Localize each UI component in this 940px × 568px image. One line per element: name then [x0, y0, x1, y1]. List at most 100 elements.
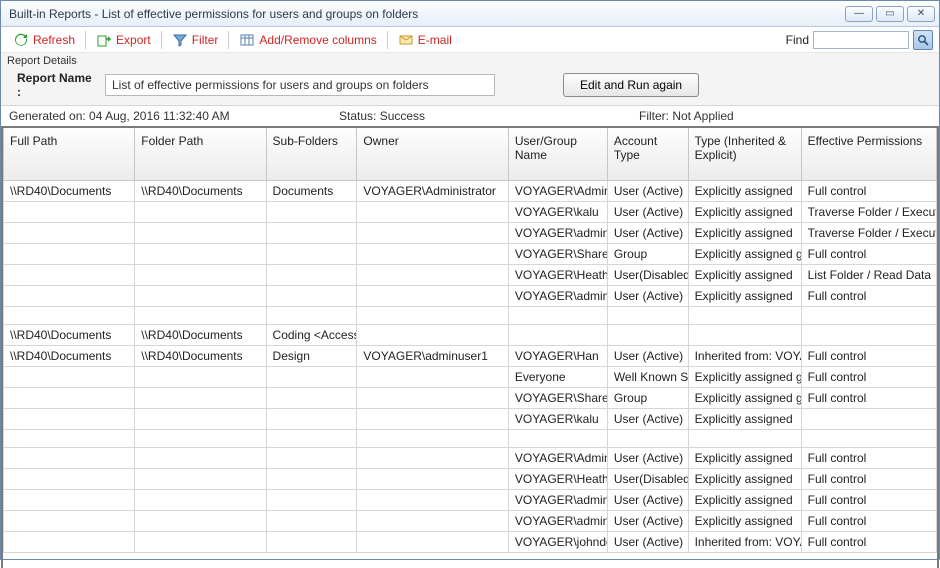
- table-row[interactable]: [4, 430, 937, 448]
- find-input[interactable]: [813, 31, 909, 49]
- report-name-field[interactable]: List of effective permissions for users …: [105, 74, 495, 96]
- table-cell: [357, 388, 508, 409]
- filter-button[interactable]: Filter: [166, 30, 225, 50]
- columns-icon: [239, 32, 255, 48]
- table-row[interactable]: VOYAGER\AdministUser (Active)Explicitly …: [4, 448, 937, 469]
- grid-scroll-area[interactable]: Full PathFolder PathSub-FoldersOwnerUser…: [1, 128, 939, 568]
- report-details-header: Report Details: [7, 55, 933, 67]
- find-label: Find: [786, 33, 809, 47]
- table-row[interactable]: \\RD40\Documents\\RD40\DocumentsDesignVO…: [4, 346, 937, 367]
- table-row[interactable]: VOYAGER\kaluUser (Active)Explicitly assi…: [4, 409, 937, 430]
- table-cell: [4, 532, 135, 553]
- edit-run-button[interactable]: Edit and Run again: [563, 73, 699, 97]
- column-header[interactable]: Folder Path: [135, 128, 266, 181]
- table-row[interactable]: VOYAGER\HeathUser(Disabled)Explicitly as…: [4, 265, 937, 286]
- table-cell: [135, 430, 266, 448]
- table-cell: Explicitly assigned: [688, 511, 801, 532]
- table-cell: [135, 448, 266, 469]
- maximize-button[interactable]: ▭: [876, 6, 904, 22]
- table-cell: Full control: [801, 388, 936, 409]
- email-button[interactable]: E-mail: [392, 30, 458, 50]
- table-cell: Traverse Folder / Execute File: [801, 202, 936, 223]
- table-cell: [135, 367, 266, 388]
- table-cell: [607, 307, 688, 325]
- email-label: E-mail: [418, 33, 452, 47]
- table-cell: [4, 388, 135, 409]
- table-cell: [508, 325, 607, 346]
- minimize-icon: —: [854, 8, 864, 19]
- separator: [387, 31, 388, 49]
- table-cell: User (Active): [607, 532, 688, 553]
- table-cell: [357, 367, 508, 388]
- table-cell: VOYAGER\johndoe: [508, 532, 607, 553]
- table-row[interactable]: EveryoneWell Known SidExplicitly assigne…: [4, 367, 937, 388]
- column-header[interactable]: Type (Inherited & Explicit): [688, 128, 801, 181]
- table-cell: List Folder / Read Data: [801, 265, 936, 286]
- table-cell: VOYAGER\kalu: [508, 409, 607, 430]
- table-cell: User (Active): [607, 346, 688, 367]
- column-header[interactable]: User/Group Name: [508, 128, 607, 181]
- column-header[interactable]: Account Type: [607, 128, 688, 181]
- table-row[interactable]: \\RD40\Documents\\RD40\DocumentsDocument…: [4, 181, 937, 202]
- report-details: Report Details Report Name : List of eff…: [1, 53, 939, 106]
- report-name-value: List of effective permissions for users …: [112, 78, 429, 92]
- table-cell: [4, 469, 135, 490]
- table-cell: [135, 244, 266, 265]
- refresh-button[interactable]: Refresh: [7, 30, 81, 50]
- table-cell: VOYAGER\Administ: [508, 181, 607, 202]
- column-header[interactable]: Owner: [357, 128, 508, 181]
- table-row[interactable]: [4, 307, 937, 325]
- table-row[interactable]: VOYAGER\adminusUser (Active)Explicitly a…: [4, 223, 937, 244]
- table-cell: [4, 367, 135, 388]
- table-row[interactable]: VOYAGER\adminusUser (Active)Explicitly a…: [4, 511, 937, 532]
- table-row[interactable]: VOYAGER\adminusUser (Active)Explicitly a…: [4, 490, 937, 511]
- table-row[interactable]: VOYAGER\HeathUser(Disabled)Explicitly as…: [4, 469, 937, 490]
- table-row[interactable]: VOYAGER\SharePoGroupExplicitly assigned …: [4, 388, 937, 409]
- table-row[interactable]: \\RD40\Documents\\RD40\DocumentsCoding <…: [4, 325, 937, 346]
- table-cell: [607, 325, 688, 346]
- table-row[interactable]: VOYAGER\kaluUser (Active)Explicitly assi…: [4, 202, 937, 223]
- table-cell: Full control: [801, 286, 936, 307]
- table-cell: [801, 325, 936, 346]
- table-cell: [266, 388, 357, 409]
- table-cell: Explicitly assigned: [688, 181, 801, 202]
- table-cell: [508, 430, 607, 448]
- table-cell: [135, 511, 266, 532]
- table-cell: [357, 202, 508, 223]
- toolbar: Refresh Export Filter Add/Remove columns…: [1, 27, 939, 53]
- column-header[interactable]: Full Path: [4, 128, 135, 181]
- table-cell: [508, 307, 607, 325]
- column-header[interactable]: Effective Permissions: [801, 128, 936, 181]
- close-button[interactable]: ✕: [907, 6, 935, 22]
- table-cell: Everyone: [508, 367, 607, 388]
- find-go-button[interactable]: [913, 30, 933, 50]
- table-cell: Documents: [266, 181, 357, 202]
- table-cell: \\RD40\Documents: [4, 346, 135, 367]
- table-cell: [4, 511, 135, 532]
- export-icon: [96, 32, 112, 48]
- table-cell: Design: [266, 346, 357, 367]
- table-cell: [801, 409, 936, 430]
- table-cell: Explicitly assigned group: [688, 244, 801, 265]
- table-row[interactable]: VOYAGER\adminusUser (Active)Explicitly a…: [4, 286, 937, 307]
- table-cell: [357, 511, 508, 532]
- filter-label: Filter: [192, 33, 219, 47]
- refresh-icon: [13, 32, 29, 48]
- table-cell: User (Active): [607, 448, 688, 469]
- table-row[interactable]: VOYAGER\johndoeUser (Active)Inherited fr…: [4, 532, 937, 553]
- email-icon: [398, 32, 414, 48]
- table-cell: [357, 265, 508, 286]
- table-cell: \\RD40\Documents: [135, 325, 266, 346]
- table-cell: [135, 409, 266, 430]
- table-cell: [4, 490, 135, 511]
- table-cell: [357, 469, 508, 490]
- table-row[interactable]: VOYAGER\SharePoGroupExplicitly assigned …: [4, 244, 937, 265]
- table-cell: Group: [607, 388, 688, 409]
- minimize-button[interactable]: —: [845, 6, 873, 22]
- table-cell: [357, 532, 508, 553]
- export-button[interactable]: Export: [90, 30, 157, 50]
- table-cell: [135, 223, 266, 244]
- columns-button[interactable]: Add/Remove columns: [233, 30, 382, 50]
- table-cell: VOYAGER\Heath: [508, 469, 607, 490]
- column-header[interactable]: Sub-Folders: [266, 128, 357, 181]
